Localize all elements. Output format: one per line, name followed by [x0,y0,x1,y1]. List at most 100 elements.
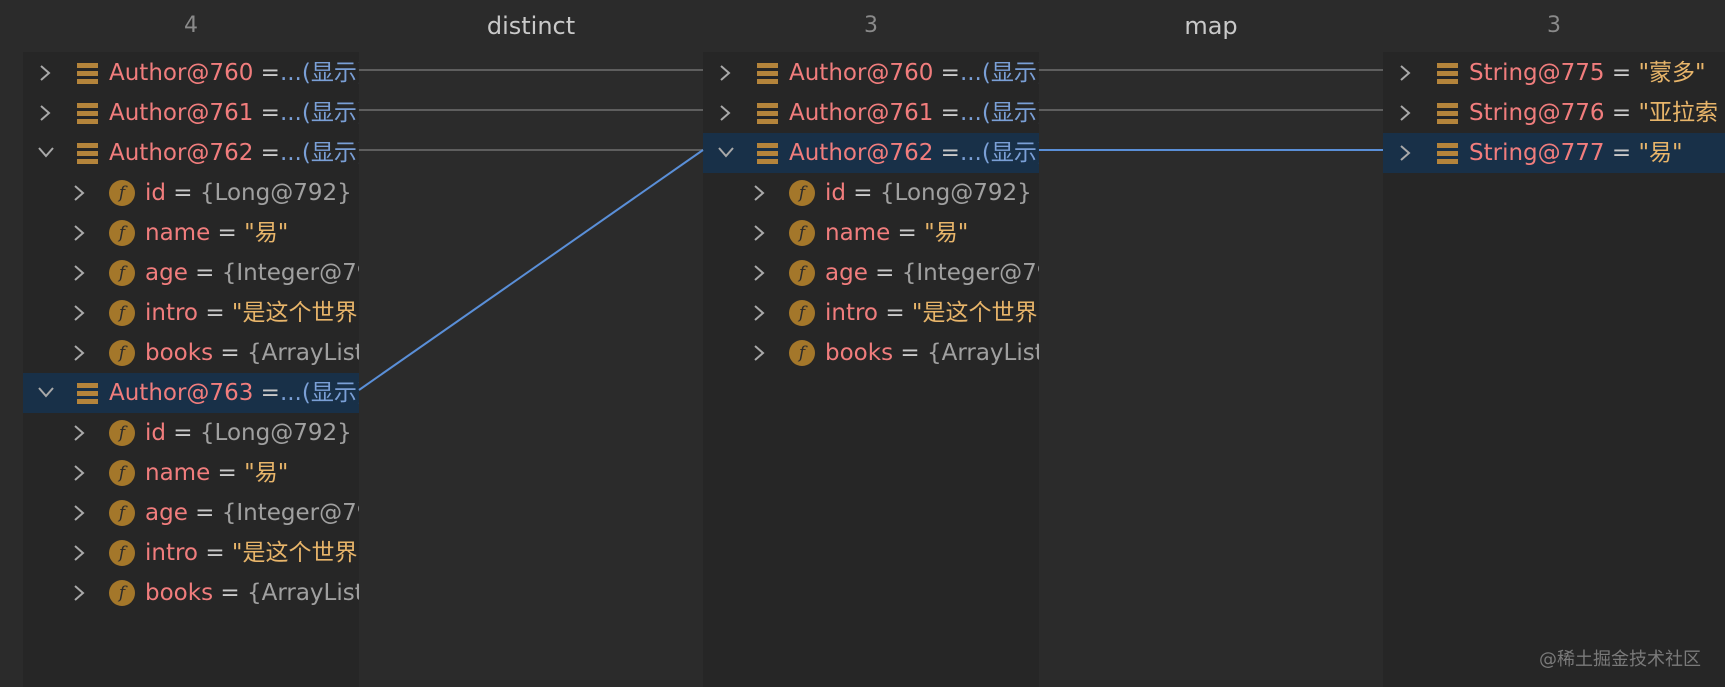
chevron-right-icon[interactable] [749,293,769,333]
field-icon: f [789,220,815,246]
tree-row-field-name[interactable]: f name = "易" [703,213,1039,253]
tree-row-field-age[interactable]: f age = {Integer@79 [703,253,1039,293]
row-name: id [145,420,166,446]
row-name: String@776 [1469,100,1605,126]
tree-row-author-760[interactable]: Author@760 =...(显示) [703,53,1039,93]
tree-row-field-age[interactable]: f age = {Integer@79 [23,253,359,293]
row-value: {ArrayList( [926,340,1039,366]
show-value-link[interactable]: ...(显示) [280,380,359,406]
chevron-right-icon[interactable] [69,493,89,533]
map-result-panel: String@775 = "蒙多" String@776 = "亚拉索 Stri… [1383,52,1725,687]
row-value: "易" [244,460,289,486]
tree-row-string-777[interactable]: String@777 = "易" [1383,133,1725,173]
field-icon: f [109,180,135,206]
chevron-right-icon[interactable] [35,93,55,133]
row-name: age [825,260,868,286]
chevron-down-icon[interactable] [715,133,735,173]
row-name: Author@762 [109,140,254,166]
tree-row-string-776[interactable]: String@776 = "亚拉索 [1383,93,1725,133]
tree-row-field-age[interactable]: f age = {Integer@79 [23,493,359,533]
show-value-link[interactable]: ...(显示) [960,60,1039,86]
show-value-link[interactable]: ...(显示) [960,100,1039,126]
chevron-right-icon[interactable] [1395,53,1415,93]
field-icon: f [109,580,135,606]
row-name: name [825,220,891,246]
row-value: {Long@792} 3 [879,180,1039,206]
row-value: "是这个世界 [231,300,358,326]
tree-row-field-books[interactable]: f books = {ArrayList( [23,333,359,373]
chevron-right-icon[interactable] [69,413,89,453]
tree-row-author-762[interactable]: Author@762 =...(显示) [703,133,1039,173]
object-icon [757,142,778,164]
object-icon [77,62,98,84]
chevron-right-icon[interactable] [749,253,769,293]
tree-row-string-775[interactable]: String@775 = "蒙多" [1383,53,1725,93]
tree-row-field-name[interactable]: f name = "易" [23,453,359,493]
row-value: {Long@792} 3 [199,420,359,446]
object-icon [77,142,98,164]
chevron-right-icon[interactable] [715,93,735,133]
chevron-right-icon[interactable] [69,253,89,293]
chevron-down-icon[interactable] [35,133,55,173]
show-value-link[interactable]: ...(显示) [280,140,359,166]
field-icon: f [109,460,135,486]
row-value: {Integer@79 [221,500,359,526]
field-icon: f [789,340,815,366]
field-icon: f [789,260,815,286]
tree-row-author-761[interactable]: Author@761 =...(显示) [23,93,359,133]
chevron-right-icon[interactable] [69,213,89,253]
row-name: intro [145,300,199,326]
object-icon [757,62,778,84]
chevron-right-icon[interactable] [1395,133,1415,173]
row-value: {ArrayList( [246,580,359,606]
row-name: Author@762 [789,140,934,166]
field-icon: f [109,540,135,566]
tree-row-field-id[interactable]: f id = {Long@792} 3 [23,173,359,213]
connector-763-distinct-active [358,149,704,391]
chevron-right-icon[interactable] [749,333,769,373]
chevron-down-icon[interactable] [35,373,55,413]
show-value-link[interactable]: ...(显示) [280,100,359,126]
chevron-right-icon[interactable] [69,333,89,373]
show-value-link[interactable]: ...(显示) [280,60,359,86]
source-values-panel: Author@760 =...(显示) Author@761 =...(显示) … [23,52,359,687]
chevron-right-icon[interactable] [749,173,769,213]
tree-row-field-books[interactable]: f books = {ArrayList( [703,333,1039,373]
row-name: Author@760 [789,60,934,86]
chevron-right-icon[interactable] [69,173,89,213]
row-name: Author@760 [109,60,254,86]
col3-count-header: 3 [1547,13,1561,38]
chevron-right-icon[interactable] [69,533,89,573]
distinct-operation-header: distinct [486,12,576,40]
tree-row-field-intro[interactable]: f intro = "是这个世界 [23,293,359,333]
row-name: Author@763 [109,380,254,406]
row-name: books [145,580,214,606]
row-value: "易" [1638,140,1683,166]
tree-row-field-intro[interactable]: f intro = "是这个世界 [703,293,1039,333]
tree-row-author-761[interactable]: Author@761 =...(显示) [703,93,1039,133]
tree-row-author-763[interactable]: Author@763 =...(显示) [23,373,359,413]
tree-row-field-name[interactable]: f name = "易" [23,213,359,253]
tree-row-field-books[interactable]: f books = {ArrayList( [23,573,359,613]
chevron-right-icon[interactable] [69,453,89,493]
tree-row-field-id[interactable]: f id = {Long@792} 3 [23,413,359,453]
chevron-right-icon[interactable] [749,213,769,253]
chevron-right-icon[interactable] [69,573,89,613]
tree-row-field-id[interactable]: f id = {Long@792} 3 [703,173,1039,213]
col2-count-header: 3 [864,13,878,38]
tree-row-author-762[interactable]: Author@762 =...(显示) [23,133,359,173]
chevron-right-icon[interactable] [715,53,735,93]
chevron-right-icon[interactable] [1395,93,1415,133]
object-icon [1437,62,1458,84]
row-value: {Integer@79 [221,260,359,286]
row-value: "易" [924,220,969,246]
row-name: age [145,260,188,286]
tree-row-author-760[interactable]: Author@760 =...(显示) [23,53,359,93]
row-value: {ArrayList( [246,340,359,366]
show-value-link[interactable]: ...(显示) [960,140,1039,166]
field-icon: f [109,500,135,526]
chevron-right-icon[interactable] [69,293,89,333]
tree-row-field-intro[interactable]: f intro = "是这个世界 [23,533,359,573]
field-icon: f [109,220,135,246]
chevron-right-icon[interactable] [35,53,55,93]
